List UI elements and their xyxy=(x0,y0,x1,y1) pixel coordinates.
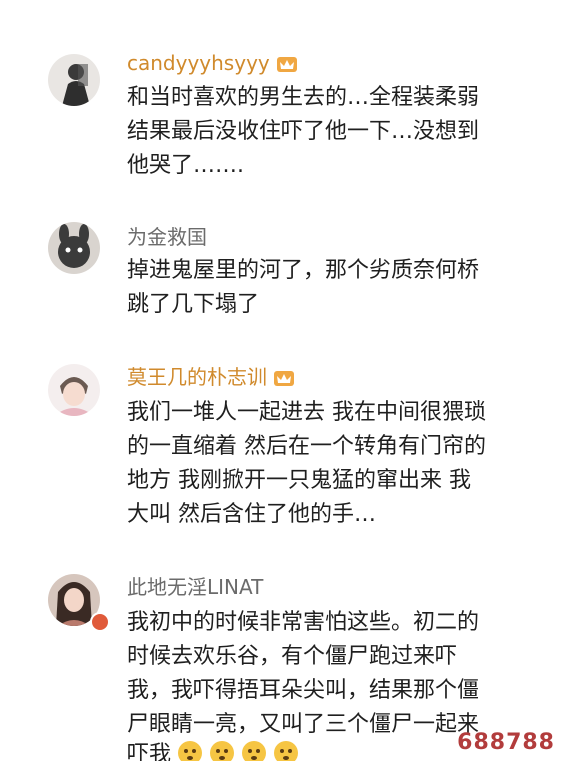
emoji-face-icon xyxy=(273,740,299,761)
comment-text: 吓我 xyxy=(127,742,172,761)
comment-text-line: 时候去欢乐谷，有个僵尸跑过来吓 xyxy=(127,644,458,669)
comment-text-line: 跳了几下塌了 xyxy=(127,292,260,317)
username-text: 莫王几的朴志训 xyxy=(127,365,267,389)
avatar[interactable] xyxy=(48,54,100,106)
comment-text-line-last: 吓我 xyxy=(127,738,299,761)
emoji-face-icon xyxy=(177,740,203,761)
username-text: 此地无淫LINAT xyxy=(127,575,264,599)
emoji-face-icon xyxy=(209,740,235,761)
crown-badge-icon xyxy=(273,367,295,387)
emoji-face-icon xyxy=(241,740,267,761)
comment-text-line: 掉进鬼屋里的河了，那个劣质奈何桥 xyxy=(127,258,480,283)
comment-text-line: 我，我吓得捂耳朵尖叫，结果那个僵 xyxy=(127,678,480,703)
comment-text-line: 的一直缩着 然后在一个转角有门帘的 xyxy=(127,434,486,459)
comment-text-line: 结果最后没收住吓了他一下…没想到 xyxy=(127,119,480,144)
username[interactable]: 为金救国 xyxy=(127,224,207,250)
comment-text-line: 我们一堆人一起进去 我在中间很猥琐 xyxy=(127,400,486,425)
username[interactable]: candyyyhsyyy xyxy=(127,50,298,76)
comment-text-line: 和当时喜欢的男生去的…全程装柔弱 xyxy=(127,85,480,110)
username-text: 为金救国 xyxy=(127,225,207,249)
comment-text-line: 地方 我刚掀开一只鬼猛的窜出来 我 xyxy=(127,468,471,493)
comment-text-line: 我初中的时候非常害怕这些。初二的 xyxy=(127,610,480,635)
username-text: candyyyhsyyy xyxy=(127,51,270,75)
comment-text-line: 他哭了……. xyxy=(127,153,244,178)
comment-text-line: 尸眼睛一亮，又叫了三个僵尸一起来 xyxy=(127,712,480,737)
avatar[interactable] xyxy=(48,364,100,416)
crown-badge-icon xyxy=(276,53,298,73)
username[interactable]: 莫王几的朴志训 xyxy=(127,364,295,390)
verified-badge-icon xyxy=(90,612,110,632)
watermark: 688788 xyxy=(457,730,555,755)
avatar[interactable] xyxy=(48,222,100,274)
comment-text-line: 大叫 然后含住了他的手… xyxy=(127,502,376,527)
username[interactable]: 此地无淫LINAT xyxy=(127,574,263,600)
